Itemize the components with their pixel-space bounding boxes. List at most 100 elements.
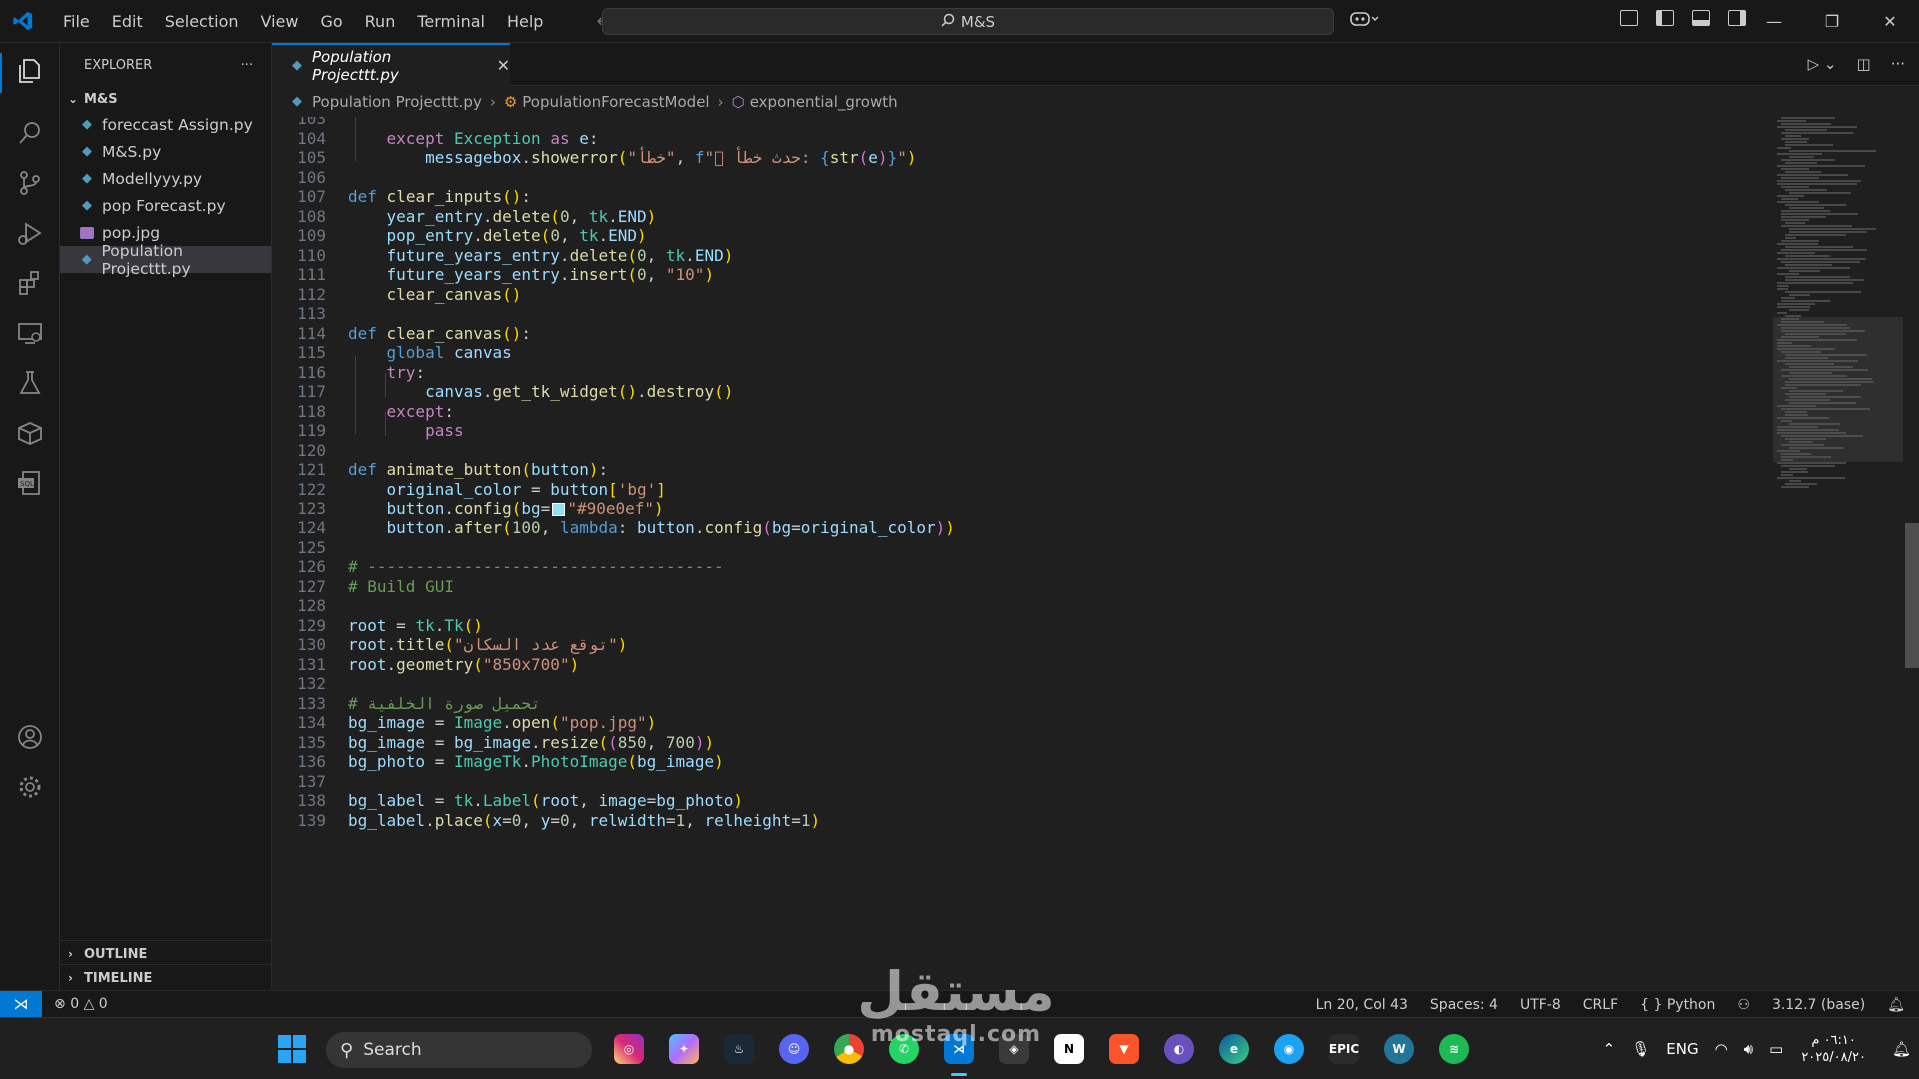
toggle-primary-sidebar-icon[interactable] — [1656, 10, 1674, 26]
minimap-line — [1777, 312, 1787, 314]
tab-population-projecttt[interactable]: ◆ Population Projecttt.py ✕ — [272, 43, 510, 86]
encoding[interactable]: UTF-8 — [1520, 997, 1561, 1013]
testing-icon[interactable] — [14, 367, 46, 399]
search-sidebar-icon[interactable] — [14, 117, 46, 149]
command-center-search[interactable]: M&S — [602, 8, 1334, 35]
minimap-line — [1781, 300, 1830, 302]
discord-icon[interactable]: ☺ — [779, 1034, 809, 1064]
menu-file[interactable]: File — [52, 0, 101, 43]
volume-icon[interactable]: 🔊︎ — [1744, 1040, 1753, 1058]
minimap-line — [1777, 429, 1839, 431]
file-item[interactable]: ◆ M&S.py — [60, 138, 271, 165]
browser-app-icon[interactable]: ◉ — [1274, 1034, 1304, 1064]
file-item[interactable]: ◆ foreccast Assign.py — [60, 111, 271, 138]
battery-icon[interactable]: ▭ — [1769, 1040, 1783, 1058]
language-mode[interactable]: { } Python — [1640, 997, 1715, 1013]
minimap-line — [1781, 435, 1863, 437]
minimap-line — [1785, 255, 1830, 257]
notification-bell-icon[interactable]: 🔔︎ — [1892, 1040, 1911, 1058]
show-hidden-icons-icon[interactable]: ⌃ — [1603, 1040, 1616, 1058]
minimap-line — [1777, 165, 1865, 167]
close-tab-icon[interactable]: ✕ — [497, 56, 510, 75]
scrollbar-thumb[interactable] — [1905, 523, 1919, 668]
menu-terminal[interactable]: Terminal — [406, 0, 496, 43]
timeline-section[interactable]: › TIMELINE — [60, 964, 272, 991]
more-actions-icon[interactable]: ··· — [241, 58, 253, 73]
more-editor-actions-icon[interactable]: ··· — [1891, 55, 1905, 73]
error-icon: ⊗ — [54, 996, 66, 1012]
copilot-app-icon[interactable]: ✦ — [669, 1034, 699, 1064]
explorer-icon[interactable] — [14, 55, 46, 87]
remote-explorer-icon[interactable] — [14, 317, 46, 349]
steam-icon[interactable]: ♨ — [724, 1034, 754, 1064]
copilot-status-icon[interactable]: ⚇ — [1737, 997, 1750, 1013]
menu-selection[interactable]: Selection — [154, 0, 250, 43]
tor-browser-icon[interactable]: ◐ — [1164, 1034, 1194, 1064]
breadcrumb-file[interactable]: Population Projecttt.py — [312, 93, 482, 111]
microphone-icon[interactable]: 🎙︎ — [1631, 1040, 1650, 1058]
notifications-bell-icon[interactable]: 🔔︎ — [1887, 997, 1905, 1013]
spotify-icon[interactable]: ≋ — [1439, 1034, 1469, 1064]
outline-section[interactable]: › OUTLINE — [60, 940, 272, 967]
clock[interactable]: ٠٦:١٠ م ٢٠٢٥/٠٨/٢٠ — [1801, 1032, 1866, 1066]
run-file-icon[interactable]: ▷ ⌄ — [1808, 55, 1837, 73]
customize-layout-icon[interactable] — [1620, 10, 1638, 26]
minimap-line — [1781, 210, 1830, 212]
windows-start-icon[interactable] — [278, 1035, 306, 1063]
epic-games-icon[interactable]: EPIC — [1329, 1034, 1359, 1064]
manage-gear-icon[interactable] — [14, 771, 46, 803]
minimap-line — [1777, 348, 1835, 350]
minimap[interactable] — [1773, 117, 1903, 497]
minimap-line — [1785, 384, 1861, 386]
color-swatch[interactable] — [552, 503, 566, 516]
minimap-line — [1785, 483, 1817, 485]
minimize-icon[interactable]: — — [1745, 0, 1803, 43]
toggle-secondary-sidebar-icon[interactable] — [1728, 10, 1746, 26]
split-editor-icon[interactable]: ◫ — [1857, 55, 1871, 73]
file-item[interactable]: ◆ pop Forecast.py — [60, 192, 271, 219]
taskbar-search[interactable]: ⚲ Search — [326, 1032, 592, 1068]
indentation[interactable]: Spaces: 4 — [1430, 997, 1498, 1013]
toggle-panel-icon[interactable] — [1692, 10, 1710, 26]
minimap-line — [1789, 150, 1876, 152]
file-item-selected[interactable]: ◆ Population Projecttt.py — [60, 242, 271, 278]
minimap-line — [1785, 333, 1846, 335]
menu-run[interactable]: Run — [354, 0, 407, 43]
line-ending[interactable]: CRLF — [1583, 997, 1618, 1013]
menu-view[interactable]: View — [250, 0, 310, 43]
edge-icon[interactable]: e — [1219, 1034, 1249, 1064]
python-interpreter[interactable]: 3.12.7 (base) — [1772, 997, 1865, 1013]
code-editor[interactable]: 103 104 except Exception as e: 105 messa… — [272, 117, 1919, 990]
close-window-icon[interactable]: ✕ — [1861, 0, 1919, 43]
remote-indicator-icon[interactable]: ⋊ — [0, 990, 42, 1018]
problems-indicator[interactable]: ⊗ 0 △ 0 — [54, 996, 108, 1012]
menu-go[interactable]: Go — [309, 0, 353, 43]
outline-label: OUTLINE — [84, 946, 148, 962]
extensions-icon[interactable] — [14, 267, 46, 299]
breadcrumb-method[interactable]: exponential_growth — [750, 93, 898, 111]
cursor-position[interactable]: Ln 20, Col 43 — [1316, 997, 1408, 1013]
restore-icon[interactable]: ❐ — [1803, 0, 1861, 43]
file-item[interactable]: ◆ Modellyyy.py — [60, 165, 271, 192]
minimap-line — [1785, 264, 1832, 266]
input-language[interactable]: ENG — [1666, 1040, 1698, 1058]
minimap-line — [1785, 414, 1808, 416]
instagram-icon[interactable]: ◎ — [614, 1034, 644, 1064]
minimap-line — [1785, 222, 1805, 224]
containers-icon[interactable] — [14, 417, 46, 449]
folder-root[interactable]: ⌄ M&S — [60, 87, 271, 111]
brave-icon[interactable]: ▼ — [1109, 1034, 1139, 1064]
accounts-icon[interactable] — [14, 721, 46, 753]
minimap-line — [1777, 342, 1792, 344]
menu-edit[interactable]: Edit — [101, 0, 154, 43]
wifi-icon[interactable]: ◠ — [1715, 1040, 1728, 1058]
sql-icon[interactable]: SQL — [14, 467, 46, 499]
source-control-icon[interactable] — [14, 167, 46, 199]
wordpress-icon[interactable]: W — [1384, 1034, 1414, 1064]
watermark-latin: mostaql.com — [870, 1022, 1042, 1047]
run-debug-icon[interactable] — [14, 217, 46, 249]
menu-help[interactable]: Help — [496, 0, 554, 43]
minimap-line — [1781, 198, 1798, 200]
copilot-icon[interactable] — [1350, 10, 1380, 32]
breadcrumb-class[interactable]: PopulationForecastModel — [522, 93, 709, 111]
